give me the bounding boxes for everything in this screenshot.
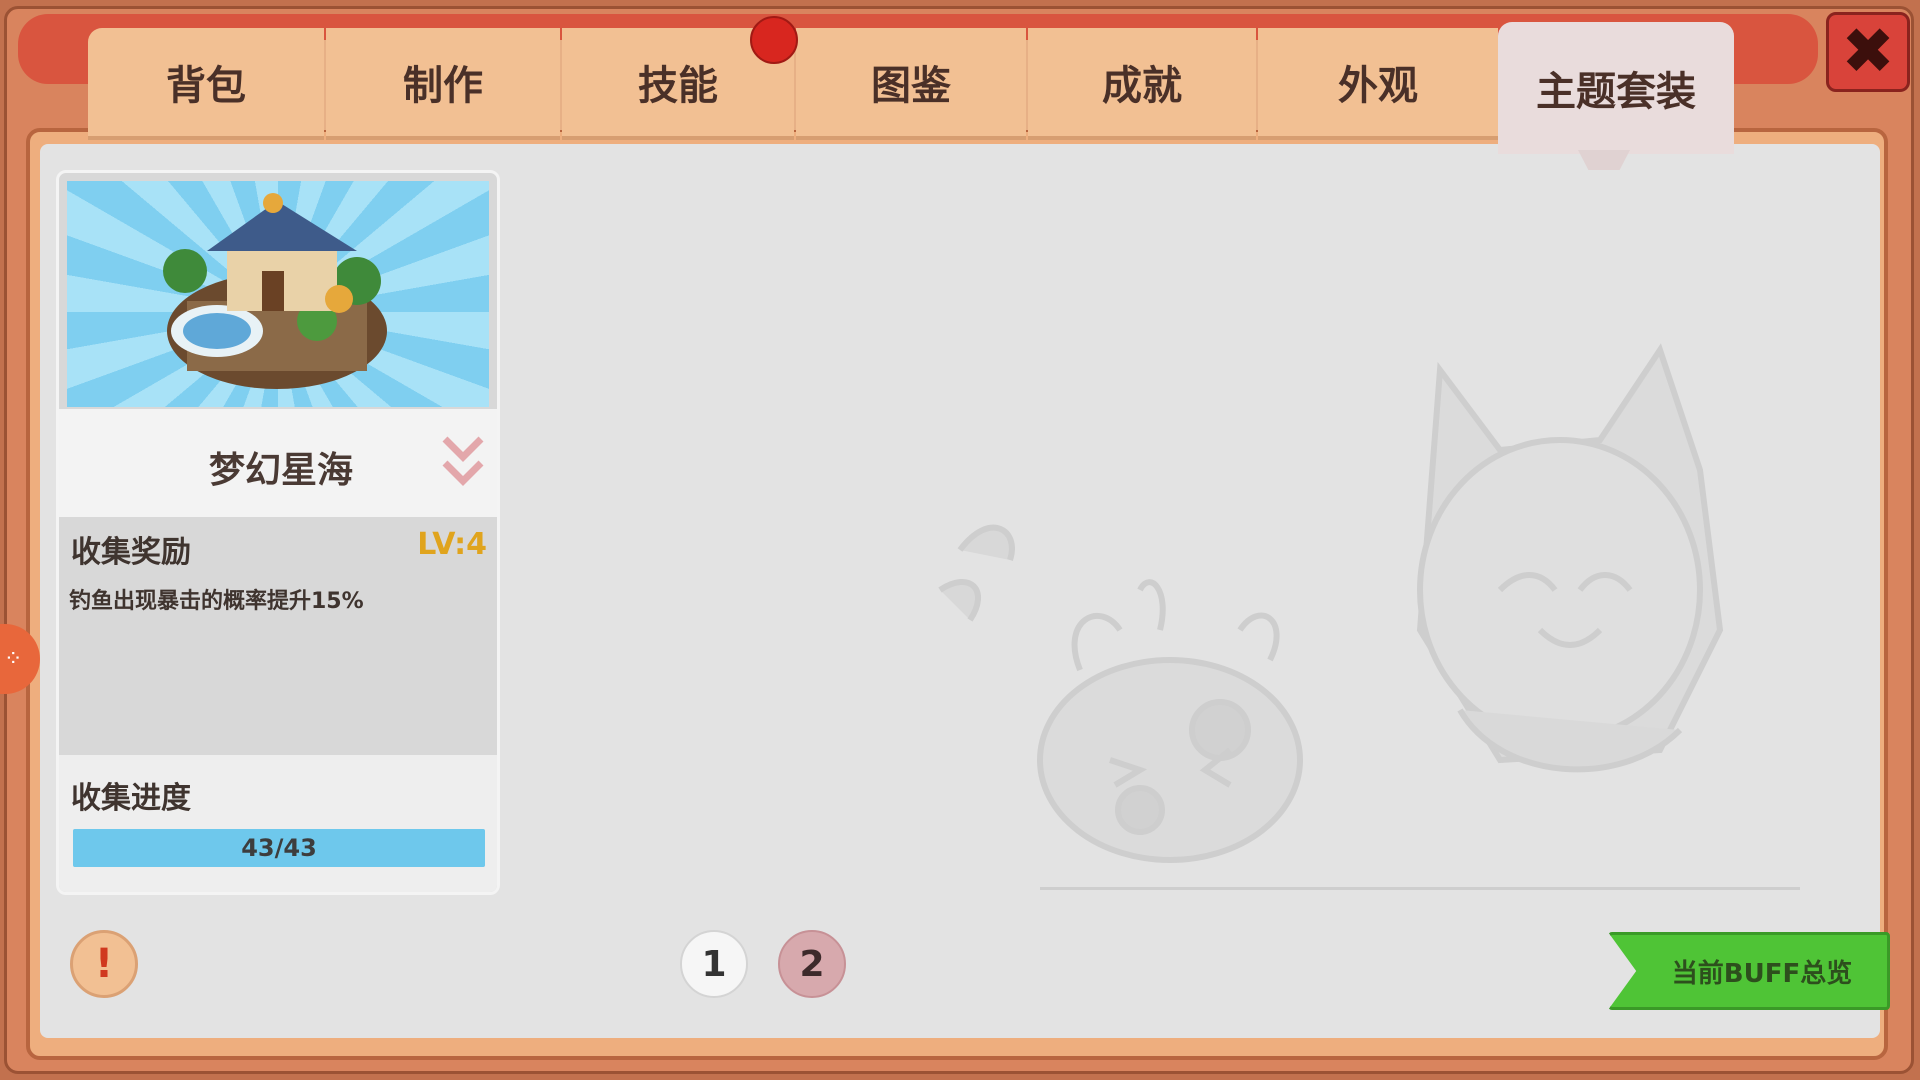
- page-2-button[interactable]: 2: [778, 930, 846, 998]
- info-icon: !: [94, 941, 114, 987]
- tab-label: 技能: [638, 63, 718, 109]
- tab-label: 主题套装: [1536, 69, 1696, 115]
- tab-theme-set[interactable]: 主题套装: [1498, 22, 1734, 154]
- page-number: 2: [799, 943, 825, 985]
- page-number: 1: [701, 943, 727, 985]
- tab-label: 背包: [166, 63, 246, 109]
- chevron-down-icon[interactable]: [439, 433, 487, 493]
- tab-crafting[interactable]: 制作: [326, 28, 560, 140]
- island-house-illustration: [163, 193, 387, 389]
- reward-description: 钓鱼出现暴击的概率提升15%: [69, 589, 364, 614]
- tab-label: 外观: [1338, 63, 1418, 109]
- close-icon: ✖: [1841, 15, 1895, 89]
- notification-dot: [750, 16, 798, 64]
- grid-dots-icon: ⁘: [4, 646, 23, 672]
- level-badge: LV:4: [417, 527, 487, 562]
- close-button[interactable]: ✖: [1826, 12, 1910, 92]
- tab-label: 图鉴: [871, 63, 951, 109]
- reward-label: 收集奖励: [71, 535, 191, 570]
- progress-label: 收集进度: [71, 781, 191, 816]
- game-window: 背包 制作 技能 图鉴 成就 外观 主题套装 ✖ ⁘ 梦幻星海 收集奖励 LV:…: [0, 0, 1920, 1080]
- progress-bar: 43/43: [73, 829, 485, 867]
- theme-set-name: 梦幻星海: [208, 450, 353, 491]
- buff-overview-button[interactable]: 当前BUFF总览: [1608, 932, 1890, 1010]
- theme-set-thumbnail: [67, 181, 489, 407]
- page-1-button[interactable]: 1: [680, 930, 748, 998]
- tab-achievements[interactable]: 成就: [1028, 28, 1256, 140]
- tab-appearance[interactable]: 外观: [1258, 28, 1498, 140]
- info-button[interactable]: !: [70, 930, 138, 998]
- background-illustration: [900, 330, 1840, 893]
- tab-label: 成就: [1102, 63, 1182, 109]
- theme-set-card[interactable]: 梦幻星海 收集奖励 LV:4 钓鱼出现暴击的概率提升15% 收集进度 43/43: [56, 170, 500, 895]
- buff-overview-label: 当前BUFF总览: [1671, 958, 1853, 989]
- tab-backpack[interactable]: 背包: [88, 28, 324, 140]
- progress-text: 43/43: [241, 834, 317, 862]
- tab-encyclopedia[interactable]: 图鉴: [796, 28, 1026, 140]
- tab-label: 制作: [403, 63, 483, 109]
